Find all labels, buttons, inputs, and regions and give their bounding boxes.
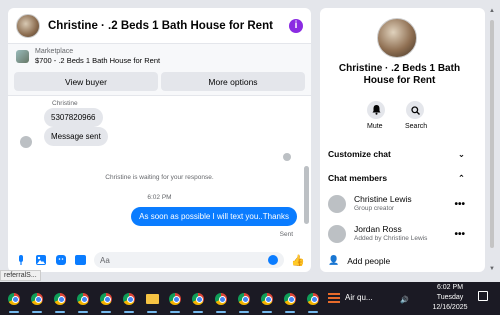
chrome-icon[interactable] bbox=[97, 290, 115, 313]
page-scroll-thumb[interactable] bbox=[490, 20, 494, 248]
composer: Aa 👍 bbox=[8, 248, 311, 272]
page-scrollbar[interactable]: ▲ ▼ bbox=[488, 8, 496, 272]
browser-status-url: referralS... bbox=[0, 270, 41, 281]
incoming-message[interactable]: Message sent bbox=[44, 127, 108, 146]
member-role: Group creator bbox=[354, 205, 395, 212]
outgoing-message[interactable]: As soon as possible I will text you..Tha… bbox=[131, 207, 297, 226]
chat-scroll-thumb[interactable] bbox=[304, 166, 309, 224]
add-people-button[interactable]: 👤 Add people bbox=[328, 255, 390, 266]
member-item[interactable]: Christine Lewis Group creator ••• bbox=[328, 194, 465, 214]
system-clock[interactable]: 6:02 PM Tuesday 12/16/2025 bbox=[430, 283, 470, 313]
view-buyer-button[interactable]: View buyer bbox=[14, 72, 158, 91]
chrome-icon[interactable] bbox=[281, 290, 299, 313]
member-avatar bbox=[328, 225, 346, 243]
volume-icon[interactable]: 🔊 bbox=[400, 296, 409, 304]
scroll-up-icon[interactable]: ▲ bbox=[489, 8, 495, 14]
chat-members-row[interactable]: Chat members ⌃ bbox=[328, 173, 465, 184]
chrome-icon[interactable] bbox=[51, 290, 69, 313]
details-title: Christine · .2 Beds 1 Bath House for Ren… bbox=[338, 63, 461, 86]
mute-button[interactable] bbox=[367, 101, 385, 119]
message-input-placeholder: Aa bbox=[100, 255, 110, 265]
info-icon[interactable]: i bbox=[289, 18, 303, 33]
chevron-up-icon: ⌃ bbox=[457, 173, 465, 183]
clock-day: Tuesday bbox=[436, 294, 464, 301]
clock-date: 12/16/2025 bbox=[432, 304, 468, 311]
emoji-icon[interactable] bbox=[268, 255, 279, 265]
air-quality-icon bbox=[328, 291, 340, 303]
add-people-label: Add people bbox=[347, 255, 391, 266]
chrome-icon[interactable] bbox=[74, 290, 92, 313]
chrome-icon[interactable] bbox=[304, 290, 322, 313]
microphone-icon[interactable] bbox=[14, 254, 27, 267]
details-avatar[interactable] bbox=[377, 18, 417, 58]
chat-details-panel: Christine · .2 Beds 1 Bath House for Ren… bbox=[320, 8, 485, 272]
chrome-icon[interactable] bbox=[166, 290, 184, 313]
more-icon[interactable]: ••• bbox=[454, 199, 465, 210]
photo-icon[interactable] bbox=[34, 254, 47, 267]
chat-title[interactable]: Christine · .2 Beds 1 Bath House for Ren… bbox=[48, 20, 289, 32]
message-list[interactable]: Christine 5307820966 Message sent Christ… bbox=[8, 96, 311, 246]
notification-icon[interactable] bbox=[478, 291, 488, 301]
customize-chat-row[interactable]: Customize chat ⌄ bbox=[328, 149, 465, 160]
chat-panel: Christine · .2 Beds 1 Bath House for Ren… bbox=[8, 8, 311, 272]
sender-avatar[interactable] bbox=[20, 136, 32, 148]
seen-indicator bbox=[283, 153, 291, 161]
chrome-icon[interactable] bbox=[212, 290, 230, 313]
gif-icon[interactable] bbox=[74, 254, 87, 267]
chrome-icon[interactable] bbox=[120, 290, 138, 313]
member-role: Added by Christine Lewis bbox=[354, 235, 428, 242]
message-timestamp: 6:02 PM bbox=[147, 194, 172, 201]
sent-status: Sent bbox=[279, 231, 293, 238]
search-button[interactable] bbox=[406, 101, 424, 119]
add-person-icon: 👤 bbox=[328, 255, 340, 265]
chrome-icon[interactable] bbox=[28, 290, 46, 313]
incoming-message[interactable]: 5307820966 bbox=[44, 108, 103, 127]
clock-time: 6:02 PM bbox=[436, 284, 464, 291]
chrome-icon[interactable] bbox=[189, 290, 207, 313]
sender-name: Christine bbox=[52, 100, 78, 107]
chrome-icon[interactable] bbox=[5, 290, 23, 313]
chat-avatar[interactable] bbox=[16, 13, 40, 38]
mute-label: Mute bbox=[367, 123, 383, 130]
member-item[interactable]: Jordan Ross Added by Christine Lewis ••• bbox=[328, 224, 465, 244]
member-name: Jordan Ross bbox=[354, 224, 402, 234]
message-input[interactable]: Aa bbox=[94, 252, 285, 268]
chrome-icon[interactable] bbox=[235, 290, 253, 313]
action-buttons: View buyer More options bbox=[8, 68, 311, 96]
chat-scrollbar[interactable] bbox=[303, 98, 309, 244]
member-avatar bbox=[328, 195, 346, 213]
more-icon[interactable]: ••• bbox=[454, 229, 465, 240]
chrome-icon[interactable] bbox=[258, 290, 276, 313]
scroll-down-icon[interactable]: ▼ bbox=[489, 266, 495, 272]
folder-icon[interactable] bbox=[143, 290, 161, 313]
like-icon[interactable]: 👍 bbox=[291, 254, 305, 267]
weather-label: Air qu... bbox=[345, 292, 373, 302]
marketplace-label: Marketplace bbox=[35, 48, 74, 55]
search-label: Search bbox=[405, 123, 428, 130]
member-name: Christine Lewis bbox=[354, 194, 412, 204]
taskbar bbox=[0, 282, 500, 315]
marketplace-bar[interactable]: Marketplace $700 - .2 Beds 1 Bath House … bbox=[8, 44, 311, 68]
sticker-icon[interactable] bbox=[54, 254, 67, 267]
more-options-button[interactable]: More options bbox=[161, 72, 305, 91]
chat-header: Christine · .2 Beds 1 Bath House for Ren… bbox=[8, 8, 311, 44]
listing-thumbnail bbox=[16, 49, 29, 63]
weather-widget[interactable]: Air qu... bbox=[328, 291, 373, 303]
listing-title: $700 - .2 Beds 1 Bath House for Rent bbox=[35, 56, 161, 65]
waiting-notice: Christine is waiting for your response. bbox=[105, 174, 214, 181]
chevron-down-icon: ⌄ bbox=[457, 149, 465, 159]
customize-chat-label: Customize chat bbox=[328, 149, 391, 159]
chat-members-label: Chat members bbox=[328, 173, 388, 183]
